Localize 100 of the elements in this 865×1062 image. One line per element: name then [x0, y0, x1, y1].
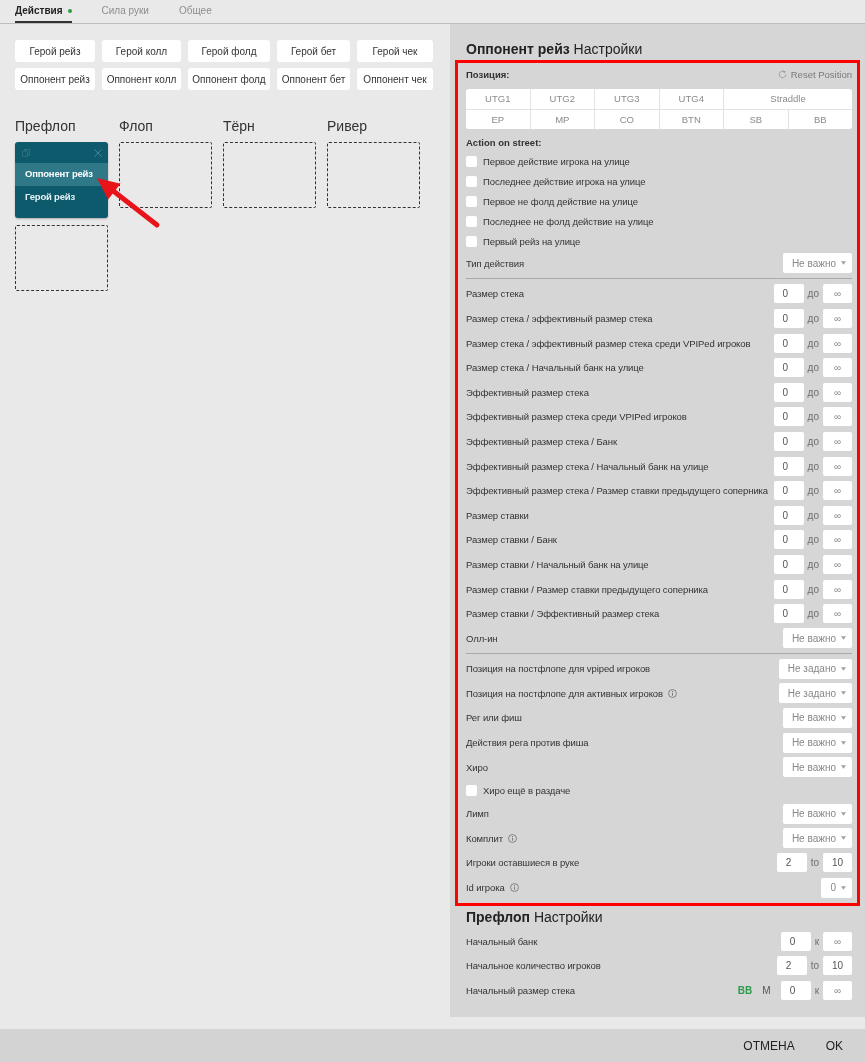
field-label: Эффективный размер стека	[466, 386, 589, 398]
input-field[interactable]: ∞	[823, 309, 852, 328]
info-icon[interactable]	[667, 688, 677, 698]
input-field[interactable]: 0	[780, 931, 811, 951]
caret-icon	[841, 836, 846, 841]
input-field[interactable]: 0	[773, 481, 804, 501]
dropdown[interactable]: Не важно	[782, 803, 852, 824]
input-field[interactable]: 0	[773, 505, 804, 525]
dropdown[interactable]: Не задано	[778, 683, 852, 704]
dropdown[interactable]: Не важно	[782, 732, 852, 753]
position-option[interactable]: BTN	[659, 109, 723, 129]
action-button[interactable]: Оппонент бет	[277, 68, 350, 90]
input-field[interactable]: ∞	[823, 284, 852, 304]
action-item[interactable]: Герой рейз	[15, 185, 108, 208]
unit-toggle[interactable]: M	[762, 984, 771, 996]
input-field[interactable]: 0	[773, 284, 804, 304]
panel-title: Оппонент рейз Настройки	[465, 40, 643, 59]
action-button[interactable]: Герой рейз	[15, 40, 95, 62]
input-field[interactable]: 0	[773, 579, 804, 599]
input-field[interactable]: 0	[773, 333, 804, 353]
action-button[interactable]: Герой колл	[102, 40, 181, 62]
input-field[interactable]: ∞	[823, 931, 852, 951]
checkbox[interactable]	[466, 215, 477, 227]
action-item[interactable]: Оппонент рейз	[15, 163, 108, 186]
input-field[interactable]: 0	[773, 456, 804, 476]
position-option[interactable]: Straddle	[724, 89, 852, 109]
copy-icon[interactable]	[22, 148, 30, 157]
position-option[interactable]: UTG1	[466, 89, 530, 109]
checkbox[interactable]	[466, 235, 477, 247]
position-option[interactable]: UTG2	[530, 89, 594, 109]
position-option[interactable]: EP	[466, 109, 530, 129]
refresh-icon	[777, 69, 787, 79]
input-field[interactable]: 10	[823, 956, 852, 976]
footer-button[interactable]: OK	[815, 1031, 853, 1060]
checkbox-label: Первое не фолд действие на улице	[483, 195, 638, 207]
action-button[interactable]: Оппонент чек	[357, 68, 433, 90]
dropdown[interactable]: Не важно	[782, 708, 852, 728]
street-title: Ривер	[327, 118, 367, 135]
position-option[interactable]: UTG3	[595, 89, 659, 109]
input-field[interactable]: 2	[776, 956, 807, 976]
dropdown[interactable]: Не важно	[782, 253, 852, 274]
dropdown[interactable]: Не важно	[782, 628, 852, 649]
input-field[interactable]: ∞	[823, 530, 852, 550]
position-option[interactable]: CO	[595, 109, 659, 129]
field-label: Размер ставки / Эффективный размер стека	[466, 608, 660, 620]
input-field[interactable]: 0	[773, 604, 804, 624]
input-field[interactable]: ∞	[823, 554, 852, 574]
action-button[interactable]: Герой фолд	[188, 40, 270, 62]
field-label: Олл-ин	[466, 632, 498, 644]
input-field[interactable]: 0	[773, 309, 804, 328]
caret-icon	[841, 740, 846, 745]
input-field[interactable]: ∞	[823, 456, 852, 476]
input-field[interactable]: ∞	[823, 980, 852, 1000]
caret-icon	[841, 666, 846, 671]
input-field[interactable]: 0	[773, 358, 804, 378]
action-button[interactable]: Оппонент рейз	[15, 68, 95, 90]
action-button[interactable]: Оппонент колл	[102, 68, 181, 90]
input-field[interactable]: ∞	[823, 382, 852, 402]
checkbox[interactable]	[466, 155, 477, 167]
position-option[interactable]: BB	[788, 109, 852, 129]
input-field[interactable]: ∞	[823, 333, 852, 353]
checkbox-label: Последнее действие игрока на улице	[483, 175, 646, 187]
input-field[interactable]: 0	[780, 980, 811, 1000]
range-separator: до	[806, 362, 820, 374]
input-field[interactable]: 0	[773, 407, 804, 427]
input-field[interactable]: ∞	[823, 481, 852, 501]
dropdown[interactable]: Не важно	[782, 828, 852, 849]
input-field[interactable]: ∞	[823, 505, 852, 525]
input-field[interactable]: 0	[773, 431, 804, 451]
position-option[interactable]: SB	[724, 109, 788, 129]
checkbox[interactable]	[466, 175, 477, 187]
checkbox[interactable]	[466, 195, 477, 207]
close-icon[interactable]	[94, 148, 102, 157]
input-field[interactable]: 0	[773, 530, 804, 550]
range-separator: до	[806, 485, 820, 497]
input-field[interactable]: ∞	[823, 604, 852, 624]
input-field[interactable]: 10	[823, 853, 852, 873]
field-label: Эффективный размер стека / Банк	[466, 435, 617, 447]
action-button[interactable]: Герой чек	[357, 40, 433, 62]
dropdown[interactable]: Не задано	[778, 658, 852, 679]
field-label: Начальное количество игроков	[466, 960, 601, 972]
input-field[interactable]: ∞	[823, 358, 852, 378]
tab[interactable]: Действия	[15, 0, 72, 23]
input-field[interactable]: ∞	[823, 579, 852, 599]
input-field[interactable]: ∞	[823, 407, 852, 427]
checkbox[interactable]	[466, 784, 477, 796]
info-icon[interactable]	[509, 883, 519, 893]
position-option[interactable]: UTG4	[659, 89, 723, 109]
input-field[interactable]: 0	[773, 382, 804, 402]
position-option[interactable]: MP	[530, 109, 594, 129]
info-icon[interactable]	[508, 833, 517, 843]
action-button[interactable]: Оппонент фолд	[188, 68, 270, 90]
footer-button[interactable]: ОТМЕНА	[733, 1031, 805, 1060]
input-field[interactable]: ∞	[823, 431, 852, 451]
action-button[interactable]: Герой бет	[277, 40, 350, 62]
section-label: Позиция:	[466, 68, 510, 80]
dropdown[interactable]: Не важно	[782, 757, 852, 778]
input-field[interactable]: 0	[773, 554, 804, 574]
dropdown[interactable]: 0	[821, 877, 852, 898]
input-field[interactable]: 2	[776, 853, 807, 873]
